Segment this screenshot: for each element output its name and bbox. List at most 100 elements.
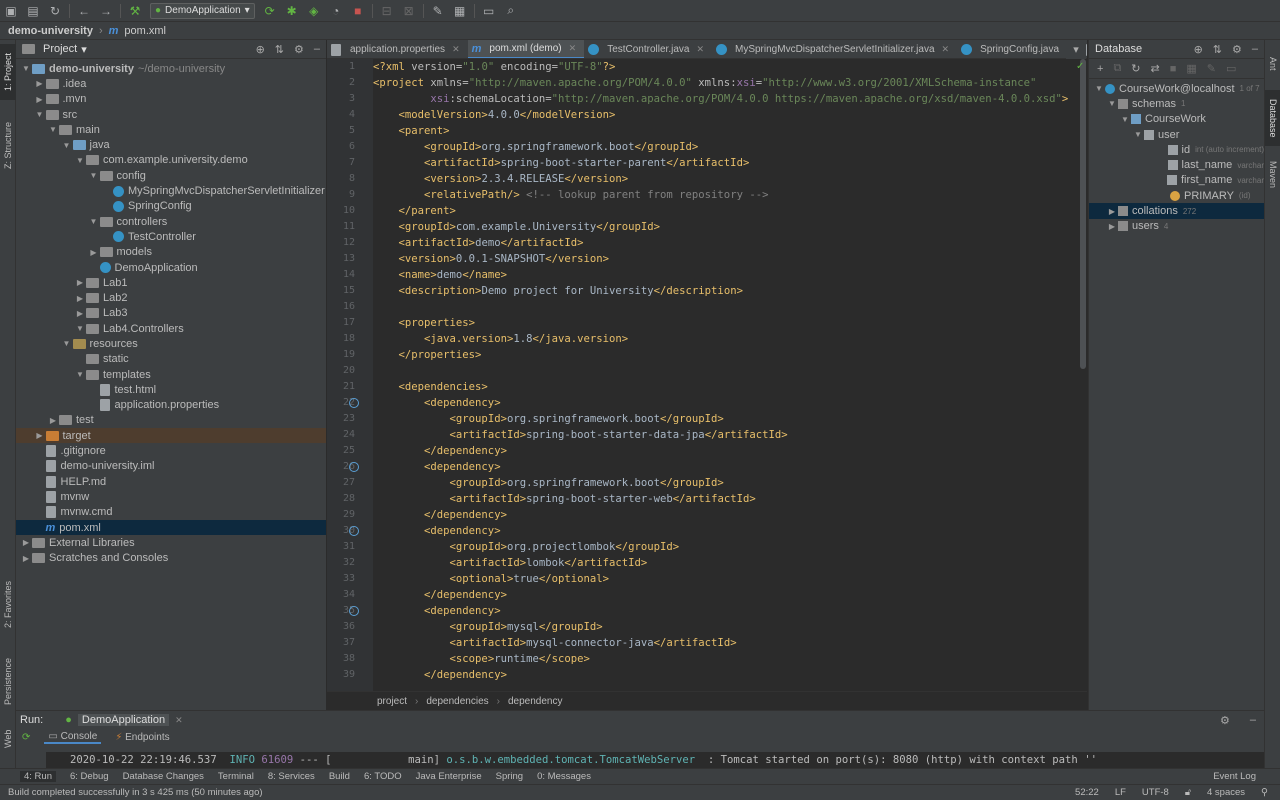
- code-line[interactable]: <artifactId>demo</artifactId>: [373, 235, 1079, 251]
- code-line[interactable]: <project xmlns="http://maven.apache.org/…: [373, 75, 1079, 91]
- code-line[interactable]: <groupId>org.springframework.boot</group…: [373, 411, 1079, 427]
- collapse-arrow-icon[interactable]: ▶: [74, 309, 86, 318]
- tree-item[interactable]: ▼ config: [16, 168, 326, 183]
- code-line[interactable]: </dependency>: [373, 667, 1079, 683]
- code-line[interactable]: <java.version>1.8</java.version>: [373, 331, 1079, 347]
- code-line[interactable]: <dependencies>: [373, 379, 1079, 395]
- edit-icon[interactable]: ✎: [1207, 62, 1216, 75]
- tree-item[interactable]: TestController: [16, 229, 326, 244]
- code-line[interactable]: <properties>: [373, 315, 1079, 331]
- db-tree-item[interactable]: ▼ CourseWork@localhost 1 of 7: [1089, 81, 1264, 96]
- bottom-tool-button[interactable]: 6: TODO: [364, 771, 402, 782]
- stop-icon[interactable]: ■: [1170, 63, 1177, 75]
- collapse-all-icon[interactable]: ⇅: [1213, 43, 1222, 56]
- expand-arrow-icon[interactable]: ▼: [1106, 99, 1118, 108]
- forward-arrow-icon[interactable]: →: [95, 0, 117, 22]
- caret-position[interactable]: 52:22: [1075, 787, 1099, 798]
- spring-dependency-gutter-icon[interactable]: [349, 398, 359, 408]
- code-line[interactable]: <artifactId>spring-boot-starter-web</art…: [373, 491, 1079, 507]
- code-line[interactable]: <description>Demo project for University…: [373, 283, 1079, 299]
- expand-arrow-icon[interactable]: ▼: [1132, 130, 1144, 139]
- code-line[interactable]: <scope>runtime</scope>: [373, 651, 1079, 667]
- tool-tab-database[interactable]: Database: [1265, 90, 1280, 146]
- expand-arrow-icon[interactable]: ▼: [74, 324, 86, 333]
- tree-item[interactable]: ▼ src: [16, 107, 326, 122]
- presentation-icon[interactable]: ▭: [478, 0, 500, 22]
- tree-item[interactable]: ▼ Lab4.Controllers: [16, 321, 326, 336]
- tool-tab-structure[interactable]: Z: Structure: [0, 112, 16, 178]
- editor-scrollbar[interactable]: [1079, 59, 1087, 691]
- gear-icon[interactable]: ⚙: [1220, 714, 1230, 727]
- bottom-tool-button[interactable]: Spring: [496, 771, 523, 782]
- tool-tab-maven[interactable]: Maven: [1265, 152, 1280, 198]
- vcs-history-icon[interactable]: ⊠: [398, 0, 420, 22]
- indent-setting[interactable]: 4 spaces: [1207, 787, 1245, 798]
- db-tree-item[interactable]: ▼ schemas 1: [1089, 96, 1264, 111]
- refresh-icon[interactable]: ↻: [1131, 62, 1140, 75]
- event-log-button[interactable]: Event Log: [1213, 771, 1280, 782]
- db-tree-item[interactable]: ▼ user: [1089, 127, 1264, 142]
- code-line[interactable]: <groupId>org.springframework.boot</group…: [373, 139, 1079, 155]
- spring-dependency-gutter-icon[interactable]: [349, 606, 359, 616]
- chevron-down-icon[interactable]: ▾: [81, 43, 87, 56]
- tree-item[interactable]: ▶ Lab1: [16, 275, 326, 290]
- code-line[interactable]: <modelVersion>4.0.0</modelVersion>: [373, 107, 1079, 123]
- chevron-down-icon[interactable]: ▾: [1066, 40, 1086, 59]
- tree-item[interactable]: ▼ java: [16, 137, 326, 152]
- tool-tab-web[interactable]: Web: [0, 724, 16, 754]
- editor-breadcrumb-item[interactable]: project: [377, 696, 407, 707]
- scrollbar-thumb[interactable]: [1080, 59, 1086, 369]
- editor-breadcrumb-item[interactable]: dependencies: [426, 696, 488, 707]
- code-line[interactable]: <groupId>org.springframework.boot</group…: [373, 475, 1079, 491]
- expand-arrow-icon[interactable]: ▼: [20, 64, 32, 73]
- bottom-tool-button[interactable]: Build: [329, 771, 350, 782]
- collapse-arrow-icon[interactable]: ▶: [1106, 222, 1118, 231]
- editor-tab[interactable]: TestController.java ✕: [584, 40, 712, 58]
- bottom-tool-button[interactable]: Database Changes: [123, 771, 204, 782]
- close-icon[interactable]: ✕: [569, 43, 577, 54]
- project-view-select[interactable]: Project: [43, 43, 77, 55]
- table-editor-icon[interactable]: ▦: [1186, 62, 1196, 75]
- stop-icon[interactable]: ■: [347, 0, 369, 22]
- collapse-arrow-icon[interactable]: ▶: [74, 294, 86, 303]
- code-line[interactable]: <parent>: [373, 123, 1079, 139]
- tree-item[interactable]: m pom.xml: [16, 519, 326, 536]
- editor-tab[interactable]: m pom.xml (demo) ✕: [467, 40, 585, 58]
- code-line[interactable]: </properties>: [373, 347, 1079, 363]
- bottom-tool-button[interactable]: 6: Debug: [70, 771, 109, 782]
- db-tree-item[interactable]: ▼ CourseWork: [1089, 112, 1264, 127]
- rerun-icon[interactable]: ⟳: [259, 0, 281, 22]
- sync-schema-icon[interactable]: ⇄: [1151, 62, 1160, 75]
- code-line[interactable]: <artifactId>spring-boot-starter-data-jpa…: [373, 427, 1079, 443]
- locate-icon[interactable]: ⊕: [1194, 43, 1203, 56]
- db-tree-item[interactable]: ▶ users 4: [1089, 219, 1264, 234]
- tree-item[interactable]: .gitignore: [16, 443, 326, 458]
- run-config-select[interactable]: ● DemoApplication ▾: [150, 2, 255, 19]
- tree-item[interactable]: ▶ .idea: [16, 76, 326, 91]
- tree-item[interactable]: ▶ Lab2: [16, 290, 326, 305]
- folder-open-icon[interactable]: ▣: [0, 0, 22, 22]
- code-line[interactable]: <artifactId>lombok</artifactId>: [373, 555, 1079, 571]
- code-line[interactable]: </dependency>: [373, 587, 1079, 603]
- expand-arrow-icon[interactable]: ▼: [1119, 115, 1131, 124]
- bottom-tool-button[interactable]: 4: Run: [20, 771, 56, 782]
- collapse-arrow-icon[interactable]: ▶: [47, 416, 59, 425]
- sync-icon[interactable]: ↻: [44, 0, 66, 22]
- collapse-all-icon[interactable]: ⇅: [275, 43, 284, 56]
- code-line[interactable]: <relativePath/> <!-- lookup parent from …: [373, 187, 1079, 203]
- settings-wrench-icon[interactable]: ✎: [427, 0, 449, 22]
- console-icon[interactable]: ▭: [1226, 62, 1236, 75]
- code-line[interactable]: </dependency>: [373, 507, 1079, 523]
- gear-icon[interactable]: ⚙: [1232, 43, 1242, 56]
- tree-item[interactable]: ▼ demo-university ~/demo-university: [16, 61, 326, 76]
- code-line[interactable]: <dependency>: [373, 395, 1079, 411]
- tree-item[interactable]: ▼ resources: [16, 336, 326, 351]
- back-arrow-icon[interactable]: ←: [73, 0, 95, 22]
- breadcrumb-file[interactable]: pom.xml: [124, 25, 166, 37]
- file-encoding[interactable]: UTF-8: [1142, 787, 1169, 798]
- tool-tab-project[interactable]: 1: Project: [0, 44, 16, 100]
- code-line[interactable]: <groupId>com.example.University</groupId…: [373, 219, 1079, 235]
- tree-item[interactable]: ▼ controllers: [16, 214, 326, 229]
- code-line[interactable]: [373, 299, 1079, 315]
- expand-arrow-icon[interactable]: ▼: [74, 156, 86, 165]
